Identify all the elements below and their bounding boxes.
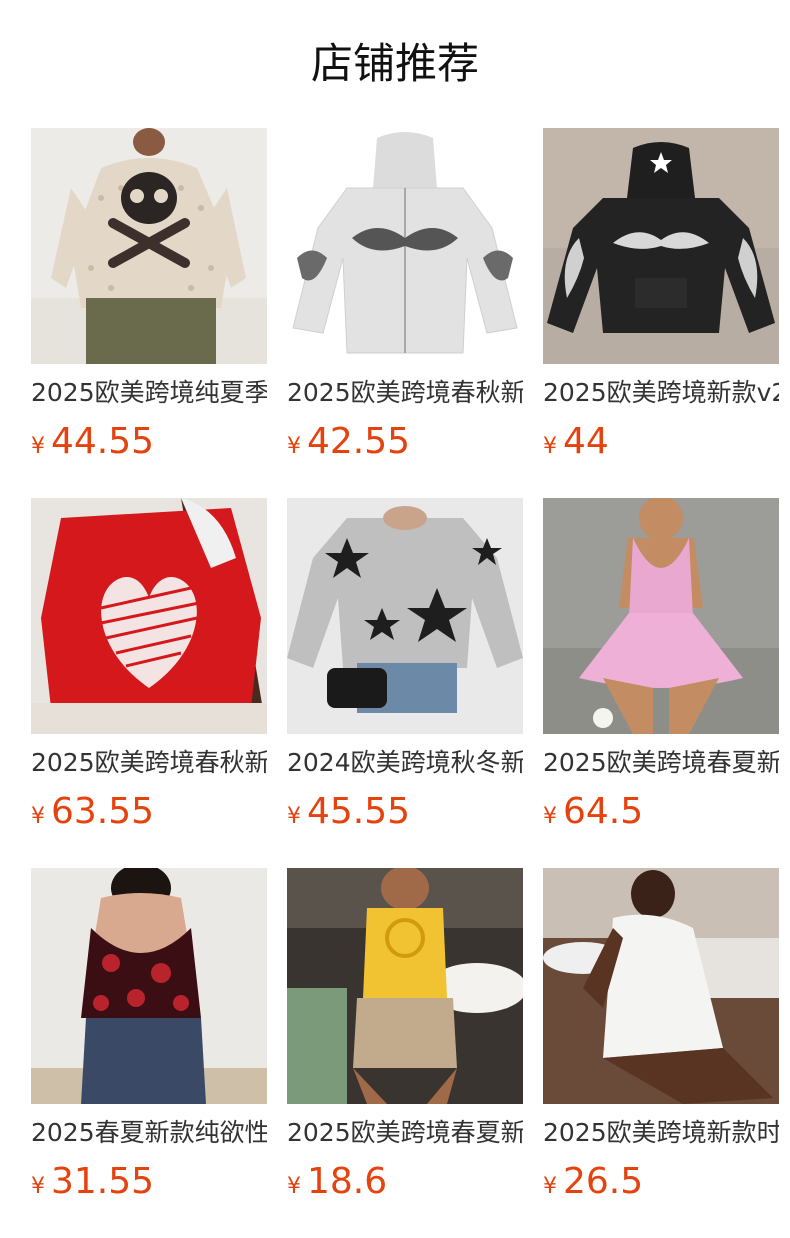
product-price: ¥18.6 xyxy=(287,1161,388,1202)
product-price: ¥44 xyxy=(543,421,609,462)
product-name[interactable]: 2024欧美跨境秋冬新 xyxy=(287,746,523,780)
product-name[interactable]: 2025欧美跨境春夏新 xyxy=(543,746,779,780)
product-price: ¥44.55 xyxy=(31,421,155,462)
pink-dress-image[interactable] xyxy=(543,498,779,734)
product-name[interactable]: 2025欧美跨境春秋新 xyxy=(287,376,523,410)
product-card[interactable]: 2025欧美跨境新款时 ¥26.5 xyxy=(543,868,779,1238)
product-name[interactable]: 2025欧美跨境新款v2 xyxy=(543,376,779,410)
product-card[interactable]: 2025春夏新款纯欲性 ¥31.55 xyxy=(31,868,267,1238)
yellow-top-image[interactable] xyxy=(287,868,523,1104)
product-card[interactable]: 2025欧美跨境新款v2 ¥44 xyxy=(543,128,779,498)
product-name[interactable]: 2025欧美跨境春夏新 xyxy=(287,1116,523,1150)
product-card[interactable]: 2025欧美跨境纯夏季 ¥44.55 xyxy=(31,128,267,498)
red-heart-hoodie-image[interactable] xyxy=(31,498,267,734)
product-name[interactable]: 2025欧美跨境新款时 xyxy=(543,1116,779,1150)
product-price: ¥26.5 xyxy=(543,1161,644,1202)
white-dress-image[interactable] xyxy=(543,868,779,1104)
product-price: ¥42.55 xyxy=(287,421,411,462)
product-name[interactable]: 2025欧美跨境春秋新 xyxy=(31,746,267,780)
product-grid: 2025欧美跨境纯夏季 ¥44.55 2025欧美跨境春秋新 ¥42.55 20… xyxy=(31,128,779,1238)
section-title: 店铺推荐 xyxy=(310,39,479,88)
product-card[interactable]: 2025欧美跨境春夏新 ¥18.6 xyxy=(287,868,523,1238)
skull-sweater-image[interactable] xyxy=(31,128,267,364)
black-hoodie-image[interactable] xyxy=(543,128,779,364)
product-card[interactable]: 2024欧美跨境秋冬新 ¥45.55 xyxy=(287,498,523,868)
grey-zip-hoodie-image[interactable] xyxy=(287,128,523,364)
product-price: ¥45.55 xyxy=(287,791,411,832)
product-price: ¥64.5 xyxy=(543,791,644,832)
product-card[interactable]: 2025欧美跨境春秋新 ¥63.55 xyxy=(31,498,267,868)
star-sweater-image[interactable] xyxy=(287,498,523,734)
rose-bodysuit-image[interactable] xyxy=(31,868,267,1104)
product-price: ¥63.55 xyxy=(31,791,155,832)
product-name[interactable]: 2025欧美跨境纯夏季 xyxy=(31,376,267,410)
product-card[interactable]: 2025欧美跨境春夏新 ¥64.5 xyxy=(543,498,779,868)
product-price: ¥31.55 xyxy=(31,1161,155,1202)
product-name[interactable]: 2025春夏新款纯欲性 xyxy=(31,1116,267,1150)
product-card[interactable]: 2025欧美跨境春秋新 ¥42.55 xyxy=(287,128,523,498)
